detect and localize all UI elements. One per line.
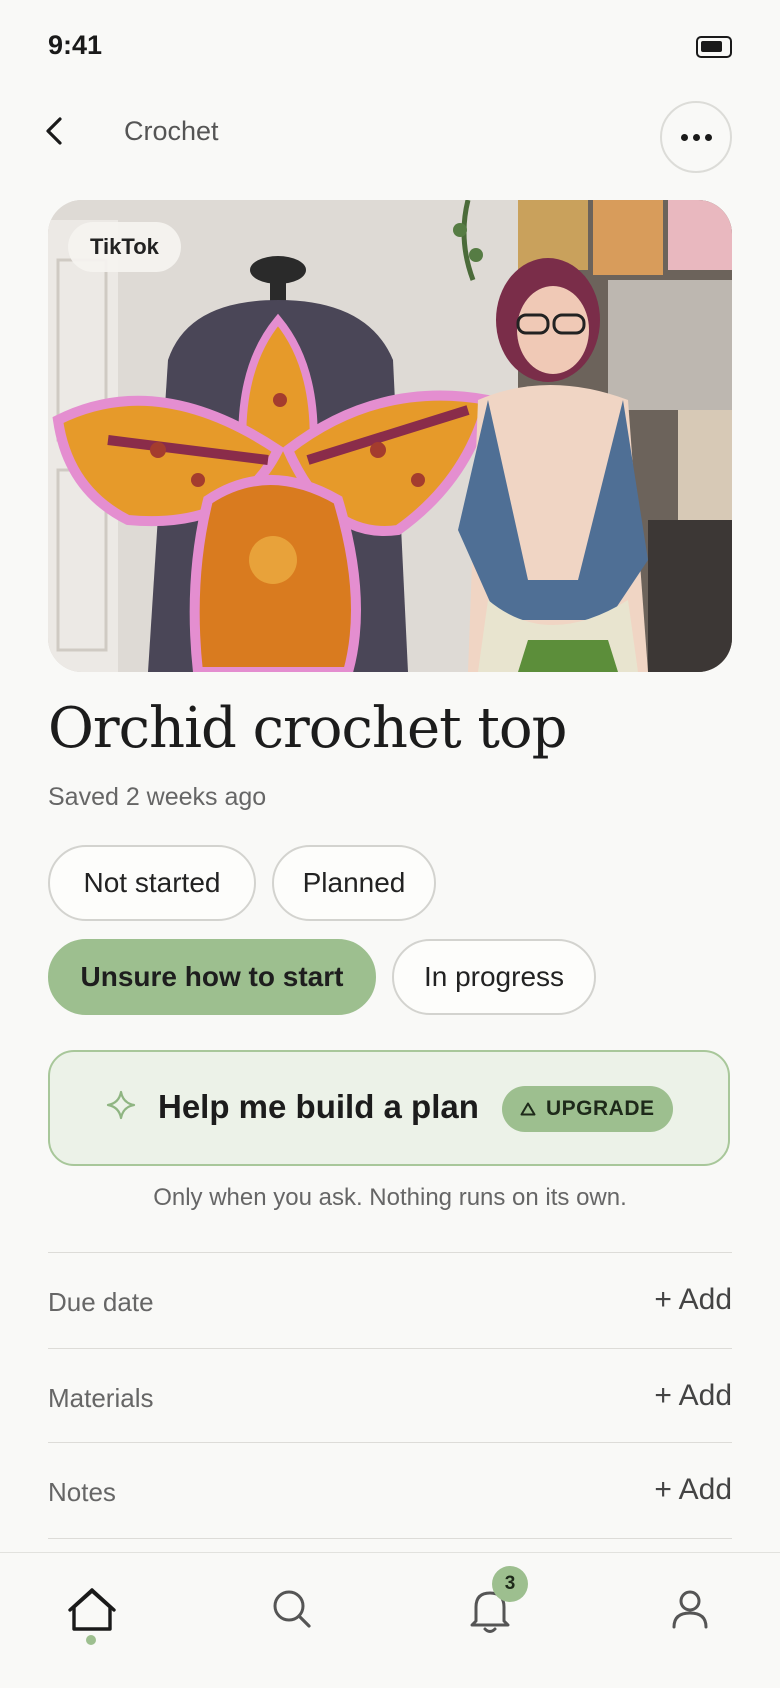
add-notes-button[interactable]: + Add bbox=[654, 1473, 732, 1507]
search-icon bbox=[273, 1590, 311, 1628]
triangle-up-icon bbox=[520, 1102, 536, 1116]
field-row-materials: Materials + Add bbox=[48, 1348, 732, 1444]
field-row-notes: Notes + Add bbox=[48, 1442, 732, 1538]
chip-not-started[interactable]: Not started bbox=[48, 845, 256, 921]
sparkle-icon bbox=[106, 1090, 136, 1120]
tab-search[interactable] bbox=[262, 1579, 322, 1639]
chip-in-progress[interactable]: In progress bbox=[392, 939, 596, 1015]
due-date-label: Due date bbox=[48, 1287, 154, 1317]
chip-planned[interactable]: Planned bbox=[272, 845, 436, 921]
chevron-left-icon bbox=[46, 117, 62, 145]
project-title: Orchid crochet top bbox=[48, 696, 567, 761]
add-due-date-button[interactable]: + Add bbox=[654, 1283, 732, 1317]
build-plan-button[interactable]: Help me build a plan UPGRADE bbox=[48, 1050, 730, 1166]
active-tab-indicator bbox=[86, 1635, 96, 1645]
home-icon bbox=[68, 1588, 116, 1631]
top-nav: Crochet bbox=[0, 96, 780, 176]
status-time: 9:41 bbox=[48, 30, 103, 60]
source-badge: TikTok bbox=[68, 222, 181, 272]
upgrade-label: UPGRADE bbox=[546, 1097, 655, 1120]
plan-note: Only when you ask. Nothing runs on its o… bbox=[153, 1184, 627, 1211]
tab-bar bbox=[0, 1552, 780, 1688]
tab-home[interactable] bbox=[62, 1579, 122, 1639]
build-plan-label: Help me build a plan bbox=[158, 1088, 479, 1125]
saved-timestamp: Saved 2 weeks ago bbox=[48, 783, 267, 811]
nav-title: Crochet bbox=[124, 116, 219, 146]
back-button[interactable] bbox=[36, 111, 76, 151]
status-bar: 9:41 bbox=[0, 0, 780, 90]
upgrade-badge[interactable]: UPGRADE bbox=[502, 1086, 673, 1132]
materials-label: Materials bbox=[48, 1383, 154, 1413]
hero-image[interactable]: TikTok bbox=[48, 200, 732, 672]
notes-label: Notes bbox=[48, 1477, 116, 1507]
field-row-due-date: Due date + Add bbox=[48, 1252, 732, 1348]
notification-count-badge: 3 bbox=[492, 1566, 528, 1602]
chip-unsure-how-to-start[interactable]: Unsure how to start bbox=[48, 939, 376, 1015]
more-options-button[interactable] bbox=[660, 101, 732, 173]
battery-icon bbox=[696, 36, 732, 58]
ellipsis-icon bbox=[680, 133, 688, 141]
profile-icon bbox=[672, 1590, 708, 1629]
add-materials-button[interactable]: + Add bbox=[654, 1379, 732, 1413]
tab-profile[interactable] bbox=[660, 1579, 720, 1639]
divider bbox=[48, 1538, 732, 1539]
